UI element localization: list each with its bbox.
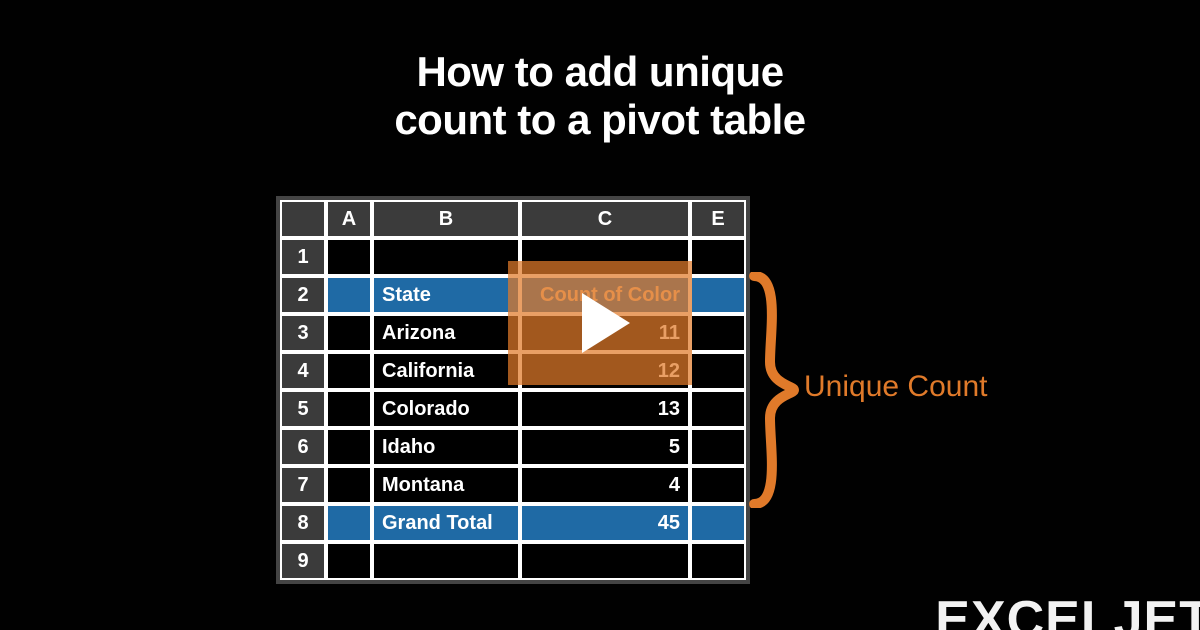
total-row: 8 Grand Total 45 [280, 504, 746, 542]
header-corner [280, 200, 326, 238]
cell-c9 [520, 542, 690, 580]
play-button[interactable] [508, 261, 692, 385]
state-cell: Arizona [372, 314, 520, 352]
row-header: 5 [280, 390, 326, 428]
table-row: 9 [280, 542, 746, 580]
state-cell: California [372, 352, 520, 390]
title-line-2: count to a pivot table [394, 96, 805, 143]
cell-e6 [690, 428, 746, 466]
row-header: 1 [280, 238, 326, 276]
title-line-1: How to add unique [416, 48, 783, 95]
row-header: 8 [280, 504, 326, 542]
cell-a7 [326, 466, 372, 504]
cell-a9 [326, 542, 372, 580]
table-row: 7 Montana 4 [280, 466, 746, 504]
col-header-a: A [326, 200, 372, 238]
count-cell: 5 [520, 428, 690, 466]
row-header: 2 [280, 276, 326, 314]
cell-a3 [326, 314, 372, 352]
row-header: 3 [280, 314, 326, 352]
play-icon [582, 293, 630, 353]
table-row: 5 Colorado 13 [280, 390, 746, 428]
cell-a8 [326, 504, 372, 542]
cell-a1 [326, 238, 372, 276]
column-header-row: A B C E [280, 200, 746, 238]
callout-brace [746, 272, 806, 508]
cell-a5 [326, 390, 372, 428]
pivot-header-state: State [372, 276, 520, 314]
pivot-table-container: A B C E 1 2 State Count of Color 3 Arizo… [276, 196, 750, 584]
cell-e8 [690, 504, 746, 542]
brace-icon [746, 272, 806, 508]
col-header-c: C [520, 200, 690, 238]
col-header-b: B [372, 200, 520, 238]
row-header: 9 [280, 542, 326, 580]
state-cell: Colorado [372, 390, 520, 428]
callout-label: Unique Count [804, 370, 987, 404]
table-row: 6 Idaho 5 [280, 428, 746, 466]
cell-e2 [690, 276, 746, 314]
cell-b9 [372, 542, 520, 580]
cell-b1 [372, 238, 520, 276]
total-value: 45 [520, 504, 690, 542]
cell-e4 [690, 352, 746, 390]
row-header: 7 [280, 466, 326, 504]
cell-a6 [326, 428, 372, 466]
total-label: Grand Total [372, 504, 520, 542]
col-header-e: E [690, 200, 746, 238]
cell-e5 [690, 390, 746, 428]
cell-e7 [690, 466, 746, 504]
page-title: How to add unique count to a pivot table [0, 0, 1200, 145]
count-cell: 13 [520, 390, 690, 428]
cell-a2 [326, 276, 372, 314]
state-cell: Montana [372, 466, 520, 504]
row-header: 4 [280, 352, 326, 390]
brand-logo-text: EXCELJET [935, 590, 1200, 630]
state-cell: Idaho [372, 428, 520, 466]
cell-a4 [326, 352, 372, 390]
pivot-table: A B C E 1 2 State Count of Color 3 Arizo… [276, 196, 750, 584]
cell-e3 [690, 314, 746, 352]
count-cell: 4 [520, 466, 690, 504]
cell-e9 [690, 542, 746, 580]
row-header: 6 [280, 428, 326, 466]
cell-e1 [690, 238, 746, 276]
